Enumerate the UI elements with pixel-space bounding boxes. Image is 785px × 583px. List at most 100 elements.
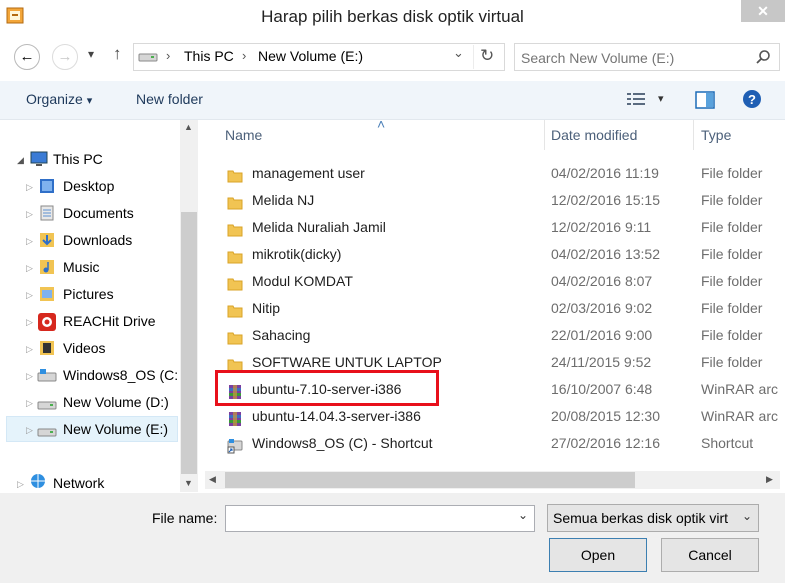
scroll-down-arrow-icon[interactable]: ▼ xyxy=(184,478,193,488)
file-name: Melida NJ xyxy=(252,192,315,208)
expand-this-pc-icon[interactable]: ◢ xyxy=(17,155,24,166)
videos-icon xyxy=(40,341,54,355)
nav-reachit-drive[interactable]: REACHit Drive xyxy=(63,308,156,335)
preview-pane-icon[interactable] xyxy=(694,90,716,110)
file-list: ˄ Name Date modified Type management use… xyxy=(205,120,785,492)
file-date-modified: 22/01/2016 9:00 xyxy=(551,327,653,343)
file-row[interactable]: Melida NJ 12/02/2016 15:15 File folder xyxy=(205,187,785,214)
nav-windows8-os[interactable]: Windows8_OS (C: xyxy=(63,362,178,389)
file-type-filter-value: Semua berkas disk optik virt xyxy=(553,510,729,526)
file-name: Windows8_OS (C) - Shortcut xyxy=(252,435,433,451)
column-date-modified[interactable]: Date modified xyxy=(551,127,637,143)
chevron-down-icon: ⌄ xyxy=(742,509,753,523)
scroll-right-arrow-icon[interactable]: ▶ xyxy=(766,474,773,485)
file-date-modified: 20/08/2015 12:30 xyxy=(551,408,660,424)
file-row[interactable]: ubuntu-7.10-server-i386 16/10/2007 6:48 Wi… xyxy=(205,370,785,406)
folder-icon xyxy=(227,274,243,291)
file-name: management user xyxy=(252,165,365,181)
search-icon[interactable] xyxy=(755,49,771,65)
nav-new-volume-e[interactable]: New Volume (E:) xyxy=(63,416,168,443)
cancel-button[interactable]: Cancel xyxy=(661,538,759,572)
drive-icon xyxy=(138,53,158,62)
chevron-down-icon[interactable]: ⌄ xyxy=(518,508,528,522)
file-type: File folder xyxy=(701,246,763,262)
column-divider[interactable] xyxy=(693,120,694,150)
folder-icon xyxy=(227,220,243,237)
folder-icon xyxy=(227,328,243,345)
file-date-modified: 02/03/2016 9:02 xyxy=(551,300,653,316)
nav-new-volume-d[interactable]: New Volume (D:) xyxy=(63,389,169,416)
nav-pane-scrollbar[interactable]: ▲ ▼ xyxy=(180,120,198,492)
file-date-modified: 12/02/2016 15:15 xyxy=(551,192,660,208)
nav-desktop[interactable]: Desktop xyxy=(63,173,114,200)
file-row[interactable]: Windows8_OS (C) - Shortcut 27/02/2016 12:… xyxy=(205,430,785,457)
organize-button[interactable]: Organize ▾ xyxy=(26,91,92,107)
shortcut-icon xyxy=(227,436,243,454)
chevron-down-icon: ▾ xyxy=(658,93,664,105)
file-type: File folder xyxy=(701,354,763,370)
open-button[interactable]: Open xyxy=(549,538,647,572)
scroll-thumb[interactable] xyxy=(225,472,635,488)
file-row[interactable]: Nitip 02/03/2016 9:02 File folder xyxy=(205,295,785,322)
breadcrumb-separator: › xyxy=(242,48,247,63)
chevron-down-icon: ▾ xyxy=(88,47,95,61)
highlight-box xyxy=(215,370,439,406)
column-type[interactable]: Type xyxy=(701,127,731,143)
documents-icon xyxy=(40,205,54,221)
view-dropdown-button[interactable]: ▾ xyxy=(658,92,664,105)
file-name-input[interactable] xyxy=(229,509,513,529)
file-type-filter-select[interactable]: Semua berkas disk optik virt ⌄ xyxy=(547,504,759,532)
drive-icon xyxy=(37,428,57,437)
column-name[interactable]: Name xyxy=(225,127,262,143)
column-divider[interactable] xyxy=(544,120,545,150)
nav-this-pc[interactable]: This PC xyxy=(53,146,103,173)
folder-icon xyxy=(227,301,243,318)
winrar-icon xyxy=(227,409,243,426)
file-row[interactable]: Modul KOMDAT 04/02/2016 8:07 File folder xyxy=(205,268,785,295)
file-row[interactable]: management user 04/02/2016 11:19 File fold… xyxy=(205,160,785,187)
up-button[interactable]: ↑ xyxy=(113,44,122,64)
back-button[interactable]: ← xyxy=(14,44,40,70)
search-box[interactable] xyxy=(514,43,780,71)
address-bar[interactable]: › This PC › New Volume (E:) ⌄ ↻ xyxy=(133,43,505,71)
file-type: File folder xyxy=(701,273,763,289)
music-icon xyxy=(40,260,54,274)
nav-pictures[interactable]: Pictures xyxy=(63,281,114,308)
file-row[interactable]: Melida Nuraliah Jamil 12/02/2016 9:11 File… xyxy=(205,214,785,241)
svg-text:?: ? xyxy=(748,92,756,107)
recent-locations-button[interactable]: ▾ xyxy=(88,47,94,61)
search-input[interactable] xyxy=(519,47,743,69)
chevron-down-icon: ▾ xyxy=(86,95,93,107)
scroll-left-arrow-icon[interactable]: ◀ xyxy=(209,474,216,485)
refresh-icon: ↻ xyxy=(480,46,495,65)
forward-arrow-icon: → xyxy=(57,48,73,65)
view-options-icon[interactable] xyxy=(626,91,648,107)
file-list-horizontal-scrollbar[interactable]: ◀ ▶ xyxy=(205,471,780,489)
file-row[interactable]: ubuntu-14.04.3-server-i386 20/08/2015 12:… xyxy=(205,403,785,430)
nav-downloads[interactable]: Downloads xyxy=(63,227,132,254)
close-button[interactable]: ✕ xyxy=(741,0,785,22)
nav-videos[interactable]: Videos xyxy=(63,335,106,362)
refresh-button[interactable]: ↻ xyxy=(480,46,494,66)
file-name: ubuntu-14.04.3-server-i386 xyxy=(252,408,421,424)
file-row[interactable]: Sahacing 22/01/2016 9:00 File folder xyxy=(205,322,785,349)
file-type: File folder xyxy=(701,327,763,343)
nav-music[interactable]: Music xyxy=(63,254,100,281)
file-name: mikrotik(dicky) xyxy=(252,246,342,262)
file-name-combo[interactable]: ⌄ xyxy=(225,505,535,532)
new-folder-button[interactable]: New folder xyxy=(136,91,203,107)
address-history-button[interactable]: ⌄ xyxy=(453,45,474,69)
nav-documents[interactable]: Documents xyxy=(63,200,134,227)
file-date-modified: 04/02/2016 11:19 xyxy=(551,165,659,181)
scroll-up-arrow-icon[interactable]: ▲ xyxy=(184,122,193,132)
forward-button[interactable]: → xyxy=(52,44,78,70)
file-name: Sahacing xyxy=(252,327,311,343)
file-row[interactable]: mikrotik(dicky) 04/02/2016 13:52 File fold… xyxy=(205,241,785,268)
computer-icon xyxy=(30,151,48,166)
breadcrumb-new-volume-e[interactable]: New Volume (E:) xyxy=(258,48,363,64)
command-bar: Organize ▾ New folder ▾ ? xyxy=(0,81,785,120)
scroll-thumb[interactable] xyxy=(181,212,197,474)
breadcrumb-this-pc[interactable]: This PC xyxy=(184,48,234,64)
network-icon xyxy=(31,474,45,488)
help-icon[interactable]: ? xyxy=(742,89,762,109)
